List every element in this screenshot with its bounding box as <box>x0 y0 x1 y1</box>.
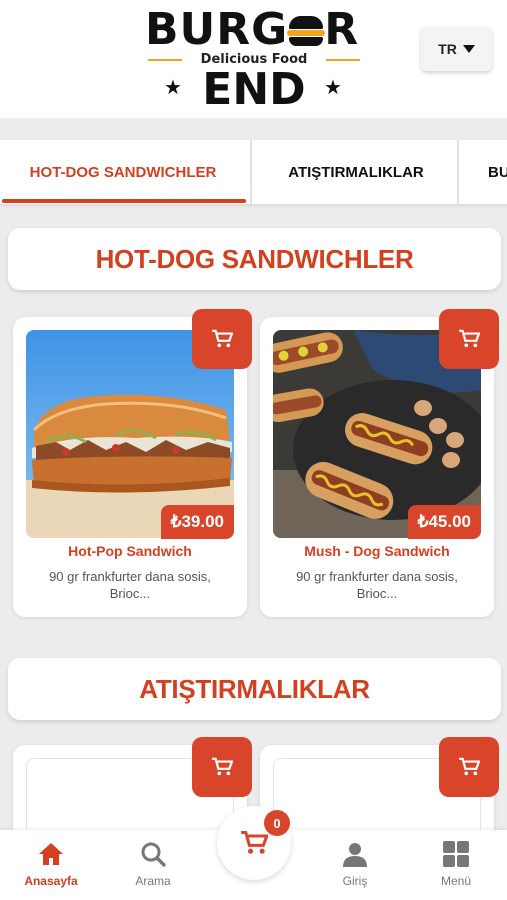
user-icon <box>343 843 367 867</box>
caret-down-icon <box>462 45 475 53</box>
nav-label: Menü <box>440 874 472 888</box>
add-to-cart-button[interactable] <box>439 737 499 797</box>
search-icon <box>141 842 166 867</box>
section-title: HOT-DOG SANDWICHLER <box>8 228 501 290</box>
price-tag: ₺45.00 <box>407 505 481 539</box>
nav-label: Anasayfa <box>24 874 78 888</box>
tab-hot-dog-sandwichler[interactable]: HOT-DOG SANDWICHLER <box>0 140 246 204</box>
brand-logo[interactable]: BURG R Delicious Food ★ END ★ <box>130 2 378 114</box>
home-icon <box>39 843 63 865</box>
page: BURG R Delicious Food ★ END ★ TR HOT-DOG … <box>0 0 507 900</box>
nav-home[interactable]: Anasayfa <box>6 830 96 900</box>
active-tab-indicator <box>2 199 246 203</box>
nav-menu[interactable]: Menü <box>411 830 501 900</box>
language-label: TR <box>438 41 457 57</box>
nav-login[interactable]: Giriş <box>310 830 400 900</box>
tab-divider <box>250 140 252 204</box>
header: BURG R Delicious Food ★ END ★ TR <box>0 0 507 118</box>
product-card[interactable]: ₺45.00 Mush - Dog Sandwich 90 gr frankfu… <box>260 309 499 617</box>
cart-count-badge: 0 <box>264 810 290 836</box>
star-icon: ★ <box>324 77 342 99</box>
add-to-cart-button[interactable] <box>192 309 252 369</box>
product-name[interactable]: Hot-Pop Sandwich <box>13 543 247 559</box>
product-description: 90 gr frankfurter dana sosis, Brioc... <box>49 569 211 601</box>
nav-label: Giriş <box>342 874 368 888</box>
section-title: ATIŞTIRMALIKLAR <box>8 658 501 720</box>
cart-icon <box>241 830 268 854</box>
logo-top-text: BURG R <box>145 4 360 55</box>
category-tabs: HOT-DOG SANDWICHLER ATIŞTIRMALIKLAR BU <box>0 140 507 204</box>
tab-divider <box>457 140 459 204</box>
cart-icon <box>459 329 480 348</box>
nav-search[interactable]: Arama <box>108 830 198 900</box>
grid-icon <box>443 841 469 867</box>
logo-divider <box>326 59 360 61</box>
cart-icon <box>212 329 233 348</box>
product-card[interactable]: ₺39.00 Hot-Pop Sandwich 90 gr frankfurte… <box>13 309 252 617</box>
language-selector[interactable]: TR <box>421 27 492 71</box>
nav-label: Arama <box>135 874 171 888</box>
price-tag: ₺39.00 <box>160 505 234 539</box>
product-name[interactable]: Mush - Dog Sandwich <box>260 543 494 559</box>
cart-icon <box>212 757 233 776</box>
product-description: 90 gr frankfurter dana sosis, Brioc... <box>296 569 458 601</box>
add-to-cart-button[interactable] <box>192 737 252 797</box>
cart-icon <box>459 757 480 776</box>
tab-next-category[interactable]: BU <box>460 140 507 204</box>
add-to-cart-button[interactable] <box>439 309 499 369</box>
tab-atistirmaliklar[interactable]: ATIŞTIRMALIKLAR <box>254 140 458 204</box>
burger-icon <box>287 16 326 46</box>
